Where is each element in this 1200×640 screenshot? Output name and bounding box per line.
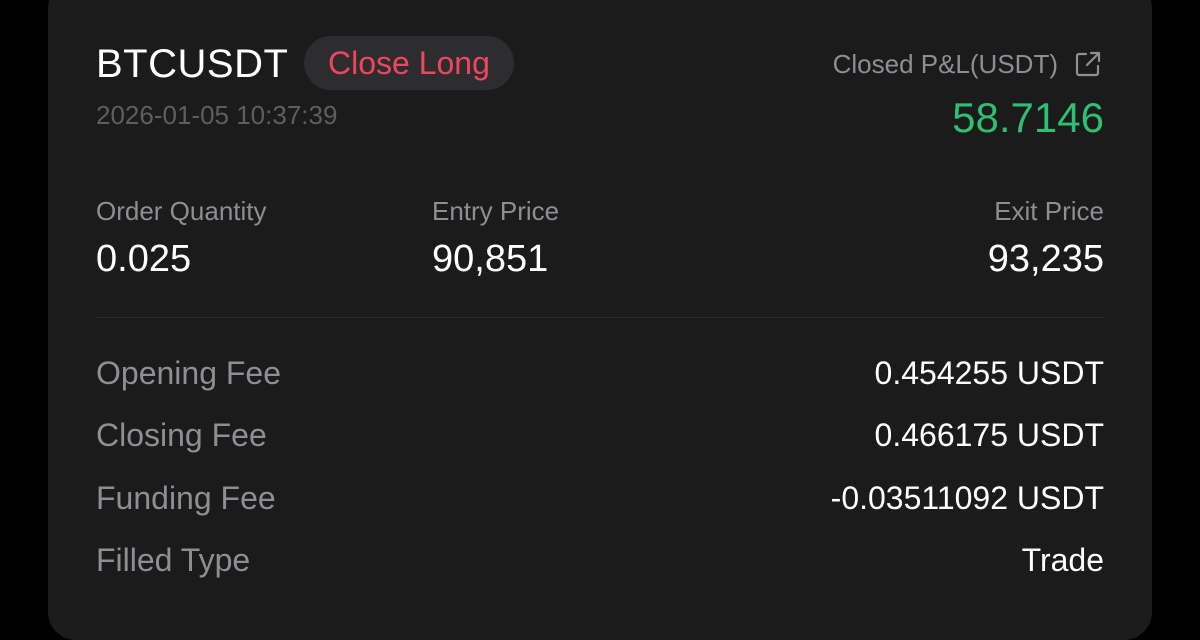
filled-type-value: Trade xyxy=(1021,541,1104,578)
detail-row-funding-fee: Funding Fee -0.03511092 USDT xyxy=(96,478,1104,518)
section-divider xyxy=(96,317,1104,318)
detail-row-filled-type: Filled Type Trade xyxy=(96,540,1104,580)
symbol-title: BTCUSDT xyxy=(96,42,289,86)
external-link-icon[interactable] xyxy=(1072,48,1104,80)
entry-price-value: 90,851 xyxy=(432,238,549,280)
funding-fee-label: Funding Fee xyxy=(96,479,276,516)
order-quantity-value: 0.025 xyxy=(96,238,192,280)
funding-fee-value: -0.03511092 USDT xyxy=(830,479,1104,516)
opening-fee-value: 0.454255 USDT xyxy=(874,354,1104,391)
closing-fee-value: 0.466175 USDT xyxy=(874,416,1104,453)
exit-price-value: 93,235 xyxy=(987,238,1104,280)
trade-timestamp: 2026-01-05 10:37:39 xyxy=(96,100,338,130)
detail-row-opening-fee: Opening Fee 0.454255 USDT xyxy=(96,353,1104,393)
detail-row-closing-fee: Closing Fee 0.466175 USDT xyxy=(96,415,1104,455)
closed-pnl-header[interactable]: Closed P&L(USDT) xyxy=(833,48,1104,80)
order-quantity-label: Order Quantity xyxy=(96,196,267,226)
closing-fee-label: Closing Fee xyxy=(96,416,267,453)
exit-price-label: Exit Price xyxy=(994,196,1104,226)
filled-type-label: Filled Type xyxy=(96,541,251,578)
entry-price-label: Entry Price xyxy=(432,196,560,226)
close-long-badge: Close Long xyxy=(304,36,514,90)
closed-pnl-label: Closed P&L(USDT) xyxy=(832,48,1058,79)
closed-pnl-value: 58.7146 xyxy=(952,94,1104,141)
opening-fee-label: Opening Fee xyxy=(96,354,282,391)
